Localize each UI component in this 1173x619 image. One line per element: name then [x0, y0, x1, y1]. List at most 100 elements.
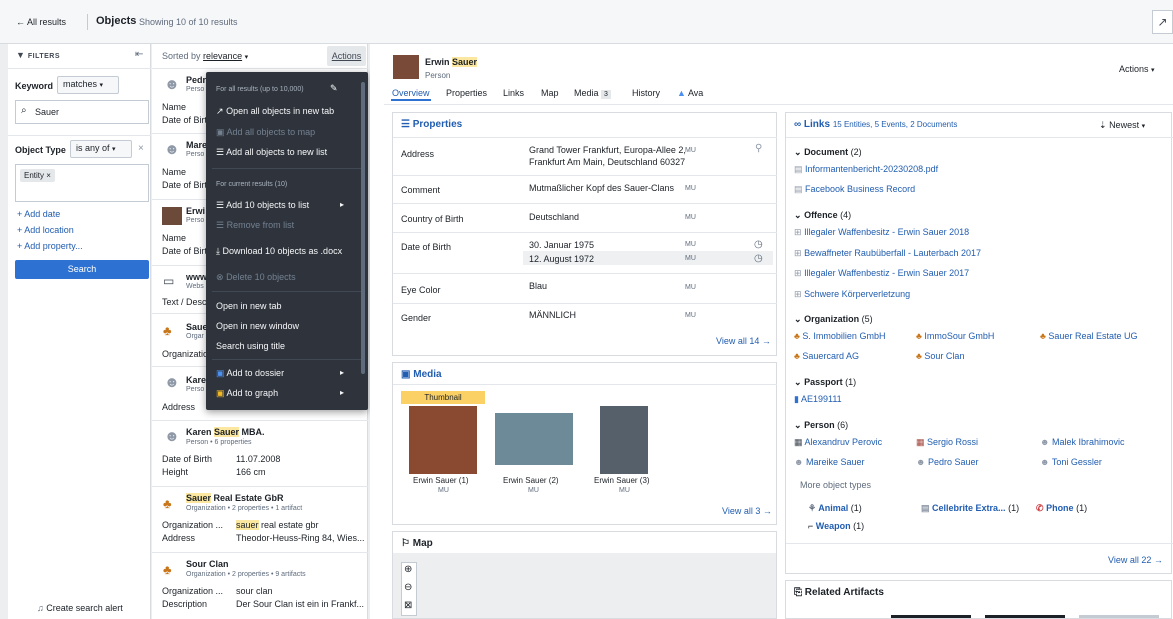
group-document[interactable]: ⌄ Document (2) [794, 147, 862, 158]
link-document[interactable]: ▤ Facebook Business Record [794, 184, 915, 195]
zoom-in-icon[interactable]: ⊕ [404, 564, 412, 575]
clock-icon[interactable]: ◷ [754, 253, 763, 264]
object-type-mode-select[interactable]: is any of ▾ [70, 140, 132, 158]
page-title: Objects [96, 15, 137, 27]
close-icon: × [46, 171, 51, 180]
zoom-out-icon[interactable]: ⊖ [404, 582, 412, 593]
link-weapon[interactable]: ⌐ Weapon (1) [808, 521, 864, 531]
divider [8, 135, 151, 136]
entity-chip[interactable]: Entity × [20, 169, 55, 182]
group-organization[interactable]: ⌄ Organization (5) [794, 314, 873, 325]
tab-overview[interactable]: Overview [392, 88, 430, 98]
object-actions-button[interactable]: Actions ▾ [1119, 64, 1155, 74]
tab-history[interactable]: History [632, 88, 660, 98]
link-person[interactable]: ☻ Toni Gessler [1040, 457, 1102, 467]
link-offence[interactable]: ⊞ Schwere Körperverletzung [794, 289, 910, 300]
graph-icon: ▣ [216, 388, 225, 398]
link-organization[interactable]: ♣ Sauer Real Estate UG [1040, 331, 1137, 341]
artifact-thumbnail[interactable] [1079, 615, 1159, 618]
menu-scrollbar[interactable] [361, 82, 365, 374]
divider [212, 168, 362, 169]
clock-icon[interactable]: ◷ [754, 239, 763, 250]
group-offence[interactable]: ⌄ Offence (4) [794, 210, 851, 221]
filters-header: ▼ FILTERS [16, 50, 61, 60]
edit-icon[interactable]: ✎ [330, 83, 338, 94]
link-person[interactable]: ☻ Mareike Sauer [794, 457, 865, 467]
tab-media[interactable]: Media 3 [574, 88, 611, 99]
link-person[interactable]: ☻ Malek Ibrahimovic [1040, 437, 1125, 447]
link-offence[interactable]: ⊞ Illegaler Waffenbestiz - Erwin Sauer 2… [794, 268, 969, 279]
menu-item-open-all[interactable]: ↗ Open all objects in new tab [216, 106, 334, 117]
weapon-icon: ⌐ [808, 521, 814, 531]
menu-item-search-title[interactable]: Search using title [216, 341, 285, 351]
menu-item-open-new-window[interactable]: Open in new window [216, 321, 299, 331]
sort-control[interactable]: Sorted by relevance ▾ [162, 51, 248, 61]
result-item[interactable]: ♣ Sauer Real Estate GbR Organization • 2… [152, 488, 368, 550]
link-offence[interactable]: ⊞ Bewaffneter Raubüberfall - Lauterbach … [794, 248, 981, 259]
tab-ava[interactable]: ▲ Ava [677, 88, 703, 98]
tab-properties[interactable]: Properties [446, 88, 487, 98]
media-image-3[interactable] [600, 406, 648, 474]
results-actions-button[interactable]: Actions [327, 46, 366, 66]
link-document[interactable]: ▤ Informantenbericht-20230208.pdf [794, 164, 938, 175]
link-organization[interactable]: ♣ ImmoSour GmbH [916, 331, 994, 341]
group-passport[interactable]: ⌄ Passport (1) [794, 377, 856, 388]
person-icon: ☻ [164, 374, 180, 391]
media-image-2[interactable] [495, 413, 573, 465]
back-to-all-results[interactable]: ← All results [16, 17, 66, 27]
link-organization[interactable]: ♣ S. Immobilien GmbH [794, 331, 885, 341]
organization-icon: ♣ [794, 351, 800, 361]
map-canvas[interactable] [393, 553, 776, 618]
media-view-all-link[interactable]: View all 3 → [722, 506, 772, 516]
link-cellebrite[interactable]: ▤ Cellebrite Extra... (1) [921, 503, 1019, 514]
delete-icon: ⊗ [216, 272, 224, 282]
menu-item-add-to-graph[interactable]: ▣ Add to graph [216, 388, 278, 399]
tab-map[interactable]: Map [541, 88, 559, 98]
properties-view-all-link[interactable]: View all 14 → [716, 336, 771, 346]
link-person[interactable]: ▦ Alexandruv Perovic [794, 437, 882, 448]
fit-bounds-icon[interactable]: ⊠ [404, 600, 412, 611]
media-image-1[interactable] [409, 406, 477, 474]
more-object-types-label: More object types [800, 480, 872, 490]
link-person[interactable]: ☻ Pedro Sauer [916, 457, 979, 467]
collapse-panel-icon[interactable]: ⇤ [135, 49, 143, 60]
links-sort-control[interactable]: ⇣ Newest ▾ [1099, 120, 1145, 131]
keyword-mode-select[interactable]: matches ▾ [57, 76, 119, 94]
search-button[interactable]: Search [15, 260, 149, 279]
group-person[interactable]: ⌄ Person (6) [794, 420, 848, 431]
add-property-link[interactable]: + Add property... [17, 241, 83, 251]
filter-icon: ▼ [16, 50, 26, 60]
chevron-down-icon: ⌄ [794, 420, 802, 430]
object-type-input[interactable]: Entity × [15, 164, 149, 202]
menu-item-download-docx[interactable]: ⤓ Download 10 objects as .docx [216, 246, 342, 257]
result-item[interactable]: ☻ Karen Sauer MBA. Person • 6 properties… [152, 422, 368, 484]
menu-item-open-new-tab[interactable]: Open in new tab [216, 301, 282, 311]
result-item[interactable]: ♣ Sour Clan Organization • 2 properties … [152, 554, 368, 616]
link-offence[interactable]: ⊞ Illegaler Waffenbesitz - Erwin Sauer 2… [794, 227, 969, 238]
location-pin-icon[interactable]: ⚲ [755, 143, 762, 154]
person-icon: ☻ [916, 457, 926, 467]
menu-item-add-10-to-list[interactable]: ☰ Add 10 objects to list [216, 200, 309, 211]
open-external-icon[interactable]: ↗ [1152, 10, 1173, 34]
keyword-input[interactable]: ⌕ Sauer [15, 100, 149, 124]
link-passport[interactable]: ▮ AE199111 [794, 394, 842, 405]
menu-item-add-new-list[interactable]: ☰ Add all objects to new list [216, 147, 327, 158]
menu-item-add-to-dossier[interactable]: ▣ Add to dossier [216, 368, 284, 379]
link-phone[interactable]: ✆ Phone (1) [1036, 503, 1087, 514]
add-date-link[interactable]: + Add date [17, 209, 60, 219]
links-view-all-link[interactable]: View all 22 → [1108, 555, 1163, 565]
arrow-up-right-icon: ↗ [216, 106, 224, 116]
link-organization[interactable]: ♣ Sour Clan [916, 351, 964, 361]
artifact-thumbnail[interactable] [985, 615, 1065, 618]
artifact-thumbnail[interactable] [891, 615, 971, 618]
divider [87, 14, 88, 30]
artifact-icon: ⎘ [794, 587, 802, 598]
tab-links[interactable]: Links [503, 88, 524, 98]
create-search-alert-button[interactable]: ♫ Create search alert [37, 603, 123, 613]
link-animal[interactable]: ⚘ Animal (1) [808, 503, 862, 514]
remove-filter-icon[interactable]: × [138, 143, 144, 154]
add-location-link[interactable]: + Add location [17, 225, 74, 235]
link-person[interactable]: ▦ Sergio Rossi [916, 437, 978, 448]
media-caption: Erwin Sauer (1) [413, 476, 469, 485]
link-organization[interactable]: ♣ Sauercard AG [794, 351, 859, 361]
